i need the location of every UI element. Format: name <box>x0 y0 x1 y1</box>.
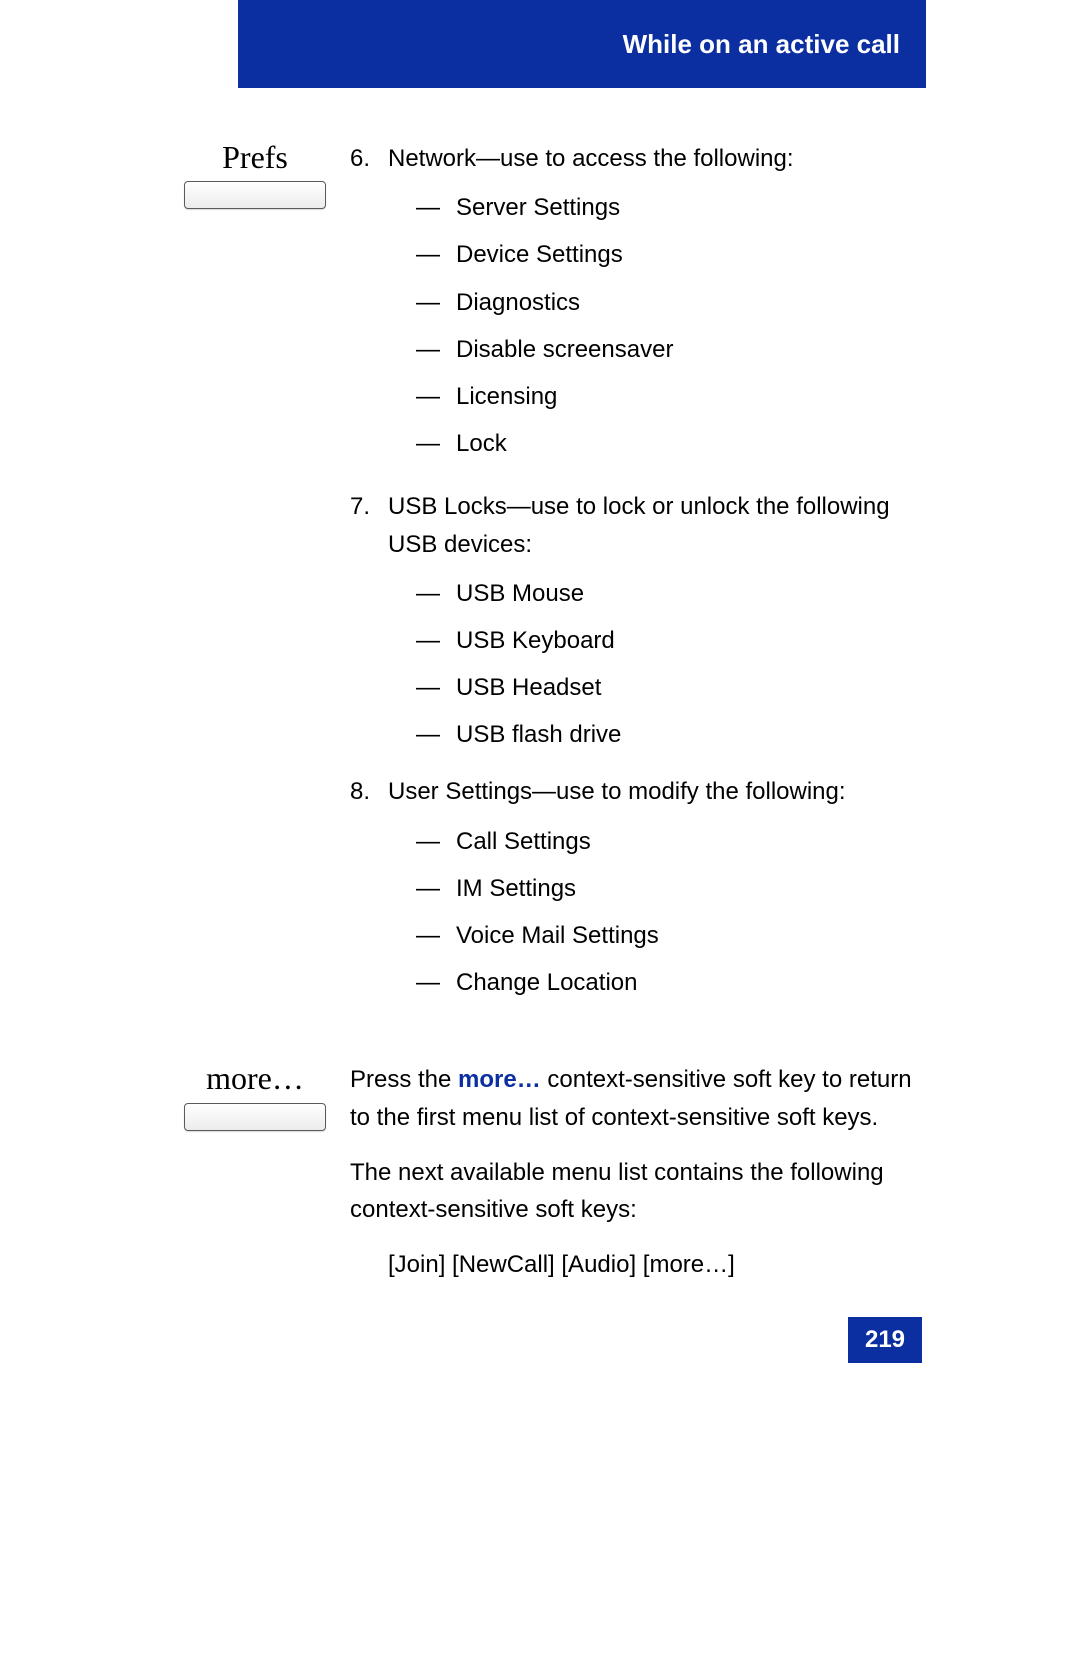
list-text: User Settings—use to modify the followin… <box>388 778 846 805</box>
prefs-softkey-label: Prefs <box>160 140 350 175</box>
more-softkey-list: [Join] [NewCall] [Audio] [more…] <box>388 1246 930 1283</box>
dash-icon: — <box>416 189 456 226</box>
prefs-softkey-column: Prefs <box>160 140 350 209</box>
dash-icon: — <box>416 964 456 1001</box>
sub-label: Device Settings <box>456 236 623 273</box>
sublist-8: —Call Settings —IM Settings —Voice Mail … <box>388 823 930 1002</box>
sub-item: —USB Keyboard <box>416 622 930 659</box>
list-item-6: 6. Network—use to access the following: … <box>350 140 930 472</box>
page-header-band: While on an active call <box>238 0 926 88</box>
list-text: Network—use to access the following: <box>388 145 794 172</box>
list-item-7: 7. USB Locks—use to lock or unlock the f… <box>350 488 930 763</box>
page-number: 219 <box>848 1317 922 1363</box>
page-content: Prefs 6. Network—use to access the follo… <box>160 140 930 1341</box>
sub-item: —Change Location <box>416 964 930 1001</box>
more-description: Press the more… context-sensitive soft k… <box>350 1061 930 1301</box>
dash-icon: — <box>416 669 456 706</box>
sub-item: —USB flash drive <box>416 716 930 753</box>
sub-item: —USB Headset <box>416 669 930 706</box>
list-number: 8. <box>350 773 388 1011</box>
more-softkey-button[interactable] <box>184 1103 326 1131</box>
text-segment: Press the <box>350 1066 458 1093</box>
more-softkey-column: more… <box>160 1061 350 1130</box>
sub-item: —Voice Mail Settings <box>416 917 930 954</box>
sub-label: USB Headset <box>456 669 601 706</box>
sub-label: Change Location <box>456 964 637 1001</box>
list-number: 6. <box>350 140 388 472</box>
dash-icon: — <box>416 331 456 368</box>
dash-icon: — <box>416 823 456 860</box>
sub-label: Licensing <box>456 378 557 415</box>
more-paragraph-1: Press the more… context-sensitive soft k… <box>350 1061 930 1135</box>
dash-icon: — <box>416 716 456 753</box>
sublist-6: —Server Settings —Device Settings —Diagn… <box>388 189 930 462</box>
sub-label: IM Settings <box>456 870 576 907</box>
more-link-text: more… <box>458 1066 541 1093</box>
list-number: 7. <box>350 488 388 763</box>
sub-item: —Licensing <box>416 378 930 415</box>
dash-icon: — <box>416 870 456 907</box>
sub-label: Lock <box>456 425 507 462</box>
list-item-8: 8. User Settings—use to modify the follo… <box>350 773 930 1011</box>
sub-item: —USB Mouse <box>416 575 930 612</box>
more-softkey-label: more… <box>160 1061 350 1096</box>
sub-item: —IM Settings <box>416 870 930 907</box>
sub-label: Diagnostics <box>456 284 580 321</box>
sub-label: USB flash drive <box>456 716 621 753</box>
list-body: Network—use to access the following: —Se… <box>388 140 930 472</box>
list-body: USB Locks—use to lock or unlock the foll… <box>388 488 930 763</box>
sub-label: USB Keyboard <box>456 622 615 659</box>
more-section: more… Press the more… context-sensitive … <box>160 1061 930 1301</box>
sublist-7: —USB Mouse —USB Keyboard —USB Headset —U… <box>388 575 930 754</box>
dash-icon: — <box>416 378 456 415</box>
dash-icon: — <box>416 622 456 659</box>
sub-item: —Diagnostics <box>416 284 930 321</box>
more-paragraph-2: The next available menu list contains th… <box>350 1154 930 1228</box>
dash-icon: — <box>416 425 456 462</box>
list-text: USB Locks—use to lock or unlock the foll… <box>388 493 890 557</box>
dash-icon: — <box>416 917 456 954</box>
prefs-section: Prefs 6. Network—use to access the follo… <box>160 140 930 1021</box>
page-header-title: While on an active call <box>623 29 900 60</box>
dash-icon: — <box>416 284 456 321</box>
sub-item: —Device Settings <box>416 236 930 273</box>
sub-label: Disable screensaver <box>456 331 673 368</box>
sub-item: —Call Settings <box>416 823 930 860</box>
prefs-softkey-button[interactable] <box>184 181 326 209</box>
dash-icon: — <box>416 575 456 612</box>
dash-icon: — <box>416 236 456 273</box>
prefs-description: 6. Network—use to access the following: … <box>350 140 930 1021</box>
sub-label: USB Mouse <box>456 575 584 612</box>
sub-label: Voice Mail Settings <box>456 917 659 954</box>
sub-label: Call Settings <box>456 823 591 860</box>
sub-item: —Lock <box>416 425 930 462</box>
sub-label: Server Settings <box>456 189 620 226</box>
sub-item: —Server Settings <box>416 189 930 226</box>
list-body: User Settings—use to modify the followin… <box>388 773 930 1011</box>
sub-item: —Disable screensaver <box>416 331 930 368</box>
